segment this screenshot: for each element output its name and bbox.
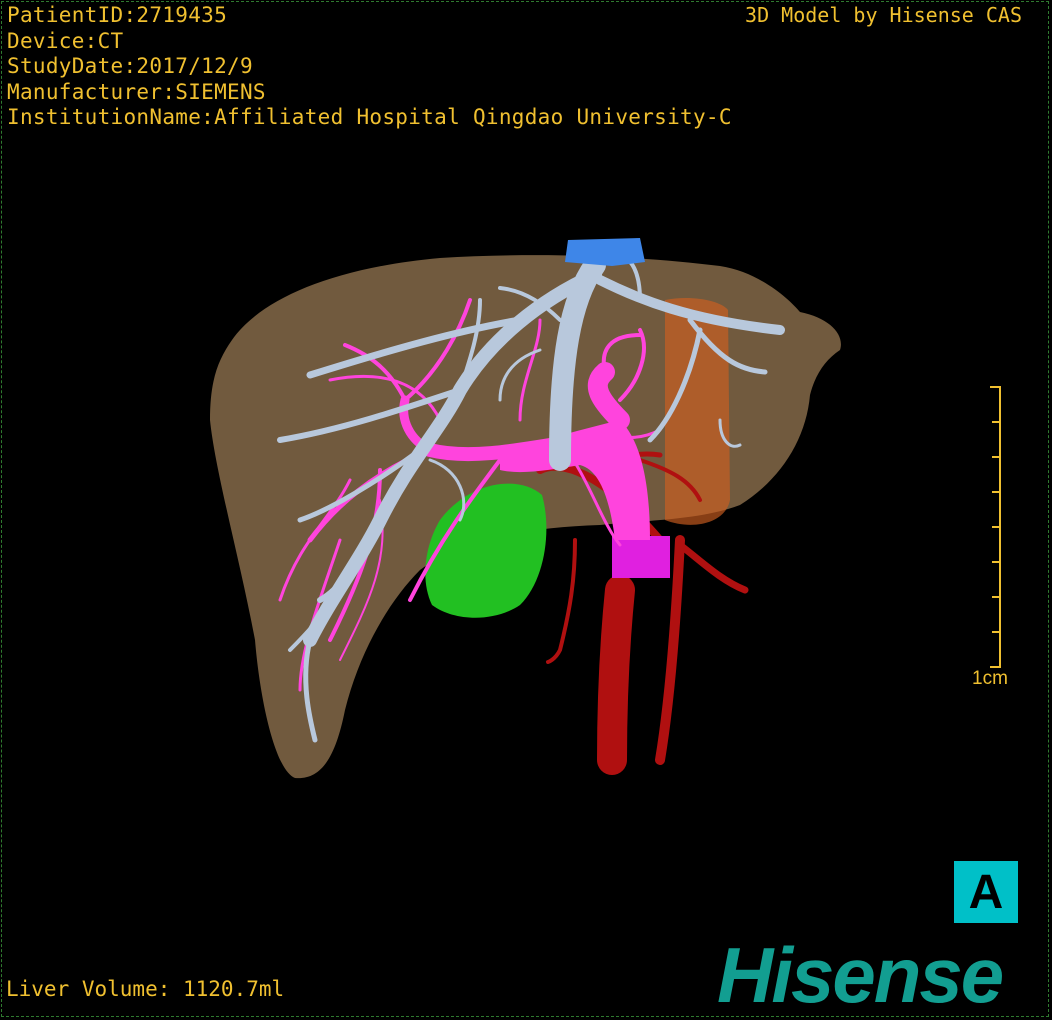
patient-id-text: PatientID:2719435 [7,3,228,27]
liver-3d-model[interactable] [0,0,1052,1020]
hisense-logo: Hisense [717,931,1004,1019]
hepatic-vein-confluence-cap [565,238,645,266]
device-text: Device:CT [7,28,124,53]
3d-viewport[interactable]: PatientID:2719435 Device:CT StudyDate:20… [0,0,1052,1020]
scale-bar-label: 1cm [972,668,1008,689]
study-date-text: StudyDate:2017/12/9 [7,54,253,78]
institution-name-text: InstitutionName:Affiliated Hospital Qing… [7,105,732,129]
study-info-panel: PatientID:2719435 Device:CT StudyDate:20… [7,3,732,131]
orientation-anterior-button[interactable]: A [954,861,1018,923]
model-credit-text: 3D Model by Hisense CAS [745,3,1022,27]
liver-volume-text: Liver Volume: 1120.7ml [6,977,285,1001]
portal-vein-trunk-segment [612,536,670,578]
manufacturer-text: Manufacturer:SIEMENS [7,79,266,104]
scale-bar [990,386,1001,668]
